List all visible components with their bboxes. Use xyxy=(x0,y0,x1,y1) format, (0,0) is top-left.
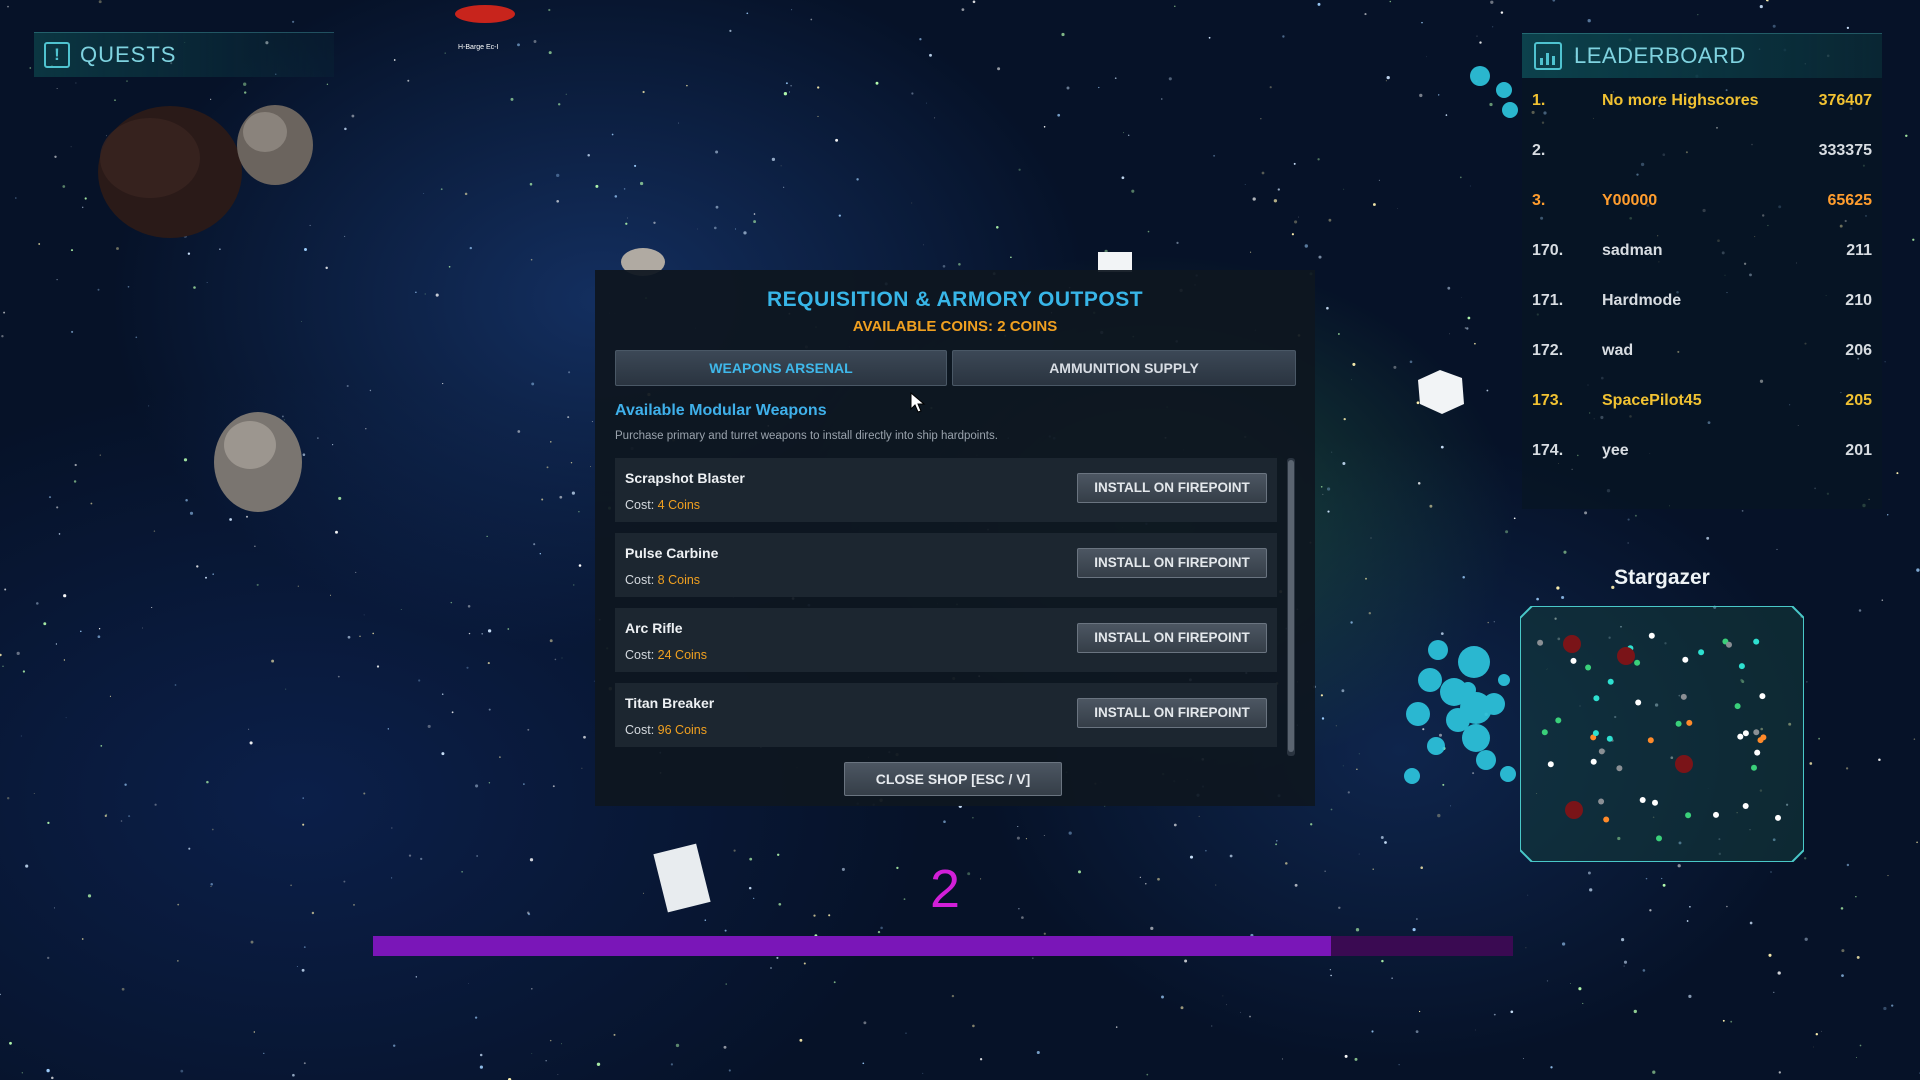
leaderboard-header: LEADERBOARD xyxy=(1522,33,1882,78)
leaderboard-row: 3. Y00000 65625 xyxy=(1522,178,1882,228)
leaderboard-title: LEADERBOARD xyxy=(1574,43,1746,68)
level-number: 2 xyxy=(930,859,961,919)
close-shop-button[interactable]: CLOSE SHOP [ESC / V] xyxy=(844,762,1062,796)
weapon-name: Arc Rifle xyxy=(625,620,683,636)
section-title: Available Modular Weapons xyxy=(615,402,827,419)
leaderboard-rank: 1. xyxy=(1532,92,1546,109)
weapon-name: Scrapshot Blaster xyxy=(625,470,745,486)
list-item: Scrapshot Blaster Cost: 4 Coins INSTALL … xyxy=(615,458,1277,522)
player-ship xyxy=(455,5,515,23)
leaderboard-name: Y00000 xyxy=(1602,192,1658,209)
bar-chart-icon xyxy=(1534,42,1562,70)
supply-crate xyxy=(1418,370,1464,414)
weapon-list[interactable]: Scrapshot Blaster Cost: 4 Coins INSTALL … xyxy=(615,458,1279,758)
shop-window: REQUISITION & ARMORY OUTPOST AVAILABLE C… xyxy=(595,270,1315,806)
list-item: Titan Breaker Cost: 96 Coins INSTALL ON … xyxy=(615,683,1277,747)
leaderboard-rank: 3. xyxy=(1532,192,1546,209)
leaderboard-row: 1. No more Highscores 376407 xyxy=(1522,78,1882,128)
quests-panel[interactable]: ! QUESTS xyxy=(34,32,334,77)
leaderboard-name: wad xyxy=(1602,342,1634,359)
leaderboard-row: 172. wad 206 xyxy=(1522,328,1882,378)
leaderboard-name: No more Highscores xyxy=(1602,92,1759,109)
tab-weapons-arsenal[interactable]: WEAPONS ARSENAL xyxy=(615,350,947,386)
leaderboard-list: 1. No more Highscores 376407 2. 333375 3. Y000… xyxy=(1522,78,1882,478)
leaderboard-row: 173. SpacePilot45 205 xyxy=(1522,378,1882,428)
leaderboard-name: yee xyxy=(1602,442,1629,459)
leaderboard-rank: 170. xyxy=(1532,242,1564,259)
leaderboard-rank: 174. xyxy=(1532,442,1564,459)
supply-crate xyxy=(1098,252,1132,272)
install-button[interactable]: INSTALL ON FIREPOINT xyxy=(1077,473,1267,503)
leaderboard-score: 65625 xyxy=(1827,192,1873,209)
exclamation-icon: ! xyxy=(44,42,70,68)
leaderboard-score: 201 xyxy=(1845,442,1872,459)
leaderboard-name: Hardmode xyxy=(1602,292,1682,309)
install-button[interactable]: INSTALL ON FIREPOINT xyxy=(1077,548,1267,578)
leaderboard-row: 171. Hardmode 210 xyxy=(1522,278,1882,328)
leaderboard-row: 2. 333375 xyxy=(1522,128,1882,178)
weapon-name: Pulse Carbine xyxy=(625,545,719,561)
mouse-cursor-icon xyxy=(910,392,926,413)
quests-title: QUESTS xyxy=(80,42,177,67)
minimap xyxy=(1520,606,1804,862)
asteroid xyxy=(98,106,242,238)
player-tag: H-Barge Ec-I xyxy=(458,44,499,51)
leaderboard-row: 170. sadman 211 xyxy=(1522,228,1882,278)
leaderboard-score: 210 xyxy=(1845,292,1872,309)
shop-title: REQUISITION & ARMORY OUTPOST xyxy=(766,288,1144,311)
xp-bar xyxy=(373,936,1513,956)
weapon-cost: Cost: 4 Coins xyxy=(625,498,701,512)
leaderboard-score: 211 xyxy=(1846,242,1872,259)
asteroid xyxy=(237,105,313,185)
leaderboard-rank: 173. xyxy=(1532,392,1564,409)
available-coins: AVAILABLE COINS: 2 COINS xyxy=(852,318,1058,335)
list-item: Arc Rifle Cost: 24 Coins INSTALL ON FIRE… xyxy=(615,608,1277,672)
list-item: Pulse Carbine Cost: 8 Coins INSTALL ON F… xyxy=(615,533,1277,597)
leaderboard-panel: LEADERBOARD 1. No more Highscores 376407 2.… xyxy=(1522,33,1882,509)
install-button[interactable]: INSTALL ON FIREPOINT xyxy=(1077,623,1267,653)
scrollbar[interactable] xyxy=(1287,458,1295,756)
leaderboard-rank: 2. xyxy=(1532,142,1546,159)
leaderboard-row: 174. yee 201 xyxy=(1522,428,1882,478)
weapon-cost: Cost: 96 Coins xyxy=(625,723,708,737)
supply-crate xyxy=(653,843,711,913)
leaderboard-name: SpacePilot45 xyxy=(1602,392,1702,409)
leaderboard-score: 205 xyxy=(1845,392,1872,409)
xp-bar-fill xyxy=(373,936,1331,956)
install-button[interactable]: INSTALL ON FIREPOINT xyxy=(1077,698,1267,728)
weapon-cost: Cost: 8 Coins xyxy=(625,573,701,587)
weapon-name: Titan Breaker xyxy=(625,695,715,711)
leaderboard-score: 333375 xyxy=(1818,142,1872,159)
asteroid xyxy=(214,412,302,512)
minimap-title: Stargazer xyxy=(1614,566,1710,589)
leaderboard-rank: 172. xyxy=(1532,342,1564,359)
section-description: Purchase primary and turret weapons to i… xyxy=(615,430,998,442)
scrollbar-thumb[interactable] xyxy=(1288,460,1294,752)
leaderboard-name: sadman xyxy=(1602,242,1663,259)
leaderboard-score: 206 xyxy=(1845,342,1872,359)
weapon-cost: Cost: 24 Coins xyxy=(625,648,708,662)
tab-ammunition-supply[interactable]: AMMUNITION SUPPLY xyxy=(952,350,1296,386)
enemy-fleet xyxy=(1404,66,1518,784)
leaderboard-score: 376407 xyxy=(1818,92,1872,109)
leaderboard-rank: 171. xyxy=(1532,292,1564,309)
